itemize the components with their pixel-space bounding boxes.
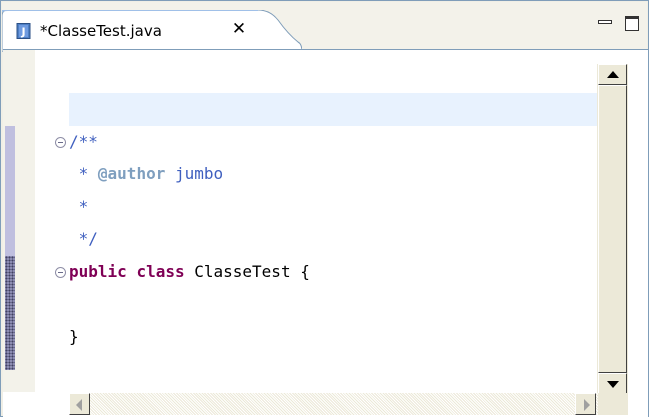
code-token: } [69,327,79,346]
scrollbar-corner [598,393,628,415]
arrow-up-icon [607,71,619,78]
code-line[interactable]: * [69,191,89,223]
code-text-area[interactable]: /** * @author jumbo * */ public class Cla… [69,50,597,392]
quick-diff-added-marker[interactable] [5,256,15,370]
scroll-left-button[interactable] [69,393,90,415]
code-line[interactable]: * @author jumbo [69,158,224,190]
collapse-icon[interactable] [55,137,66,148]
code-token: jumbo [165,164,224,183]
code-token: /** [69,132,98,151]
quick-diff-ruler [3,50,35,392]
code-line[interactable]: */ [69,223,98,255]
code-line[interactable]: } [69,321,79,353]
code-token: public [69,262,127,281]
code-token: ClasseTest { [184,262,310,281]
folding-ruler [35,50,71,392]
code-line[interactable]: public class ClasseTest { [69,256,310,288]
current-line-highlight [69,93,597,126]
scroll-up-button[interactable] [598,64,627,85]
source-editor[interactable]: /** * @author jumbo * */ public class Cla… [3,49,648,417]
code-line[interactable]: /** [69,126,98,158]
arrow-left-icon [76,399,82,411]
scroll-down-button[interactable] [598,373,627,394]
svg-text:J: J [20,26,25,39]
collapse-icon[interactable] [55,267,66,278]
arrow-right-icon [584,399,590,411]
horizontal-scrollbar[interactable] [69,393,598,415]
quick-diff-change-marker[interactable] [5,126,15,256]
vertical-scroll-thumb[interactable] [598,85,627,373]
code-token: @author [97,164,166,183]
close-icon[interactable]: ✕ [230,20,248,38]
editor-view: J *ClasseTest.java ✕ /** * @author jumbo… [0,0,649,417]
code-token: class [136,262,185,281]
editor-tab[interactable]: J *ClasseTest.java ✕ [2,10,302,52]
editor-tab-strip: J *ClasseTest.java ✕ [2,2,647,52]
tab-title: *ClasseTest.java [40,22,162,40]
java-file-icon: J [16,23,32,39]
vertical-scrollbar[interactable] [597,64,628,394]
arrow-down-icon [607,381,619,388]
scroll-right-button[interactable] [575,393,596,415]
code-token: */ [69,229,98,248]
code-token: * [69,197,89,216]
code-token: * [69,164,98,183]
minimize-icon[interactable] [597,16,613,32]
maximize-icon[interactable] [624,16,640,32]
